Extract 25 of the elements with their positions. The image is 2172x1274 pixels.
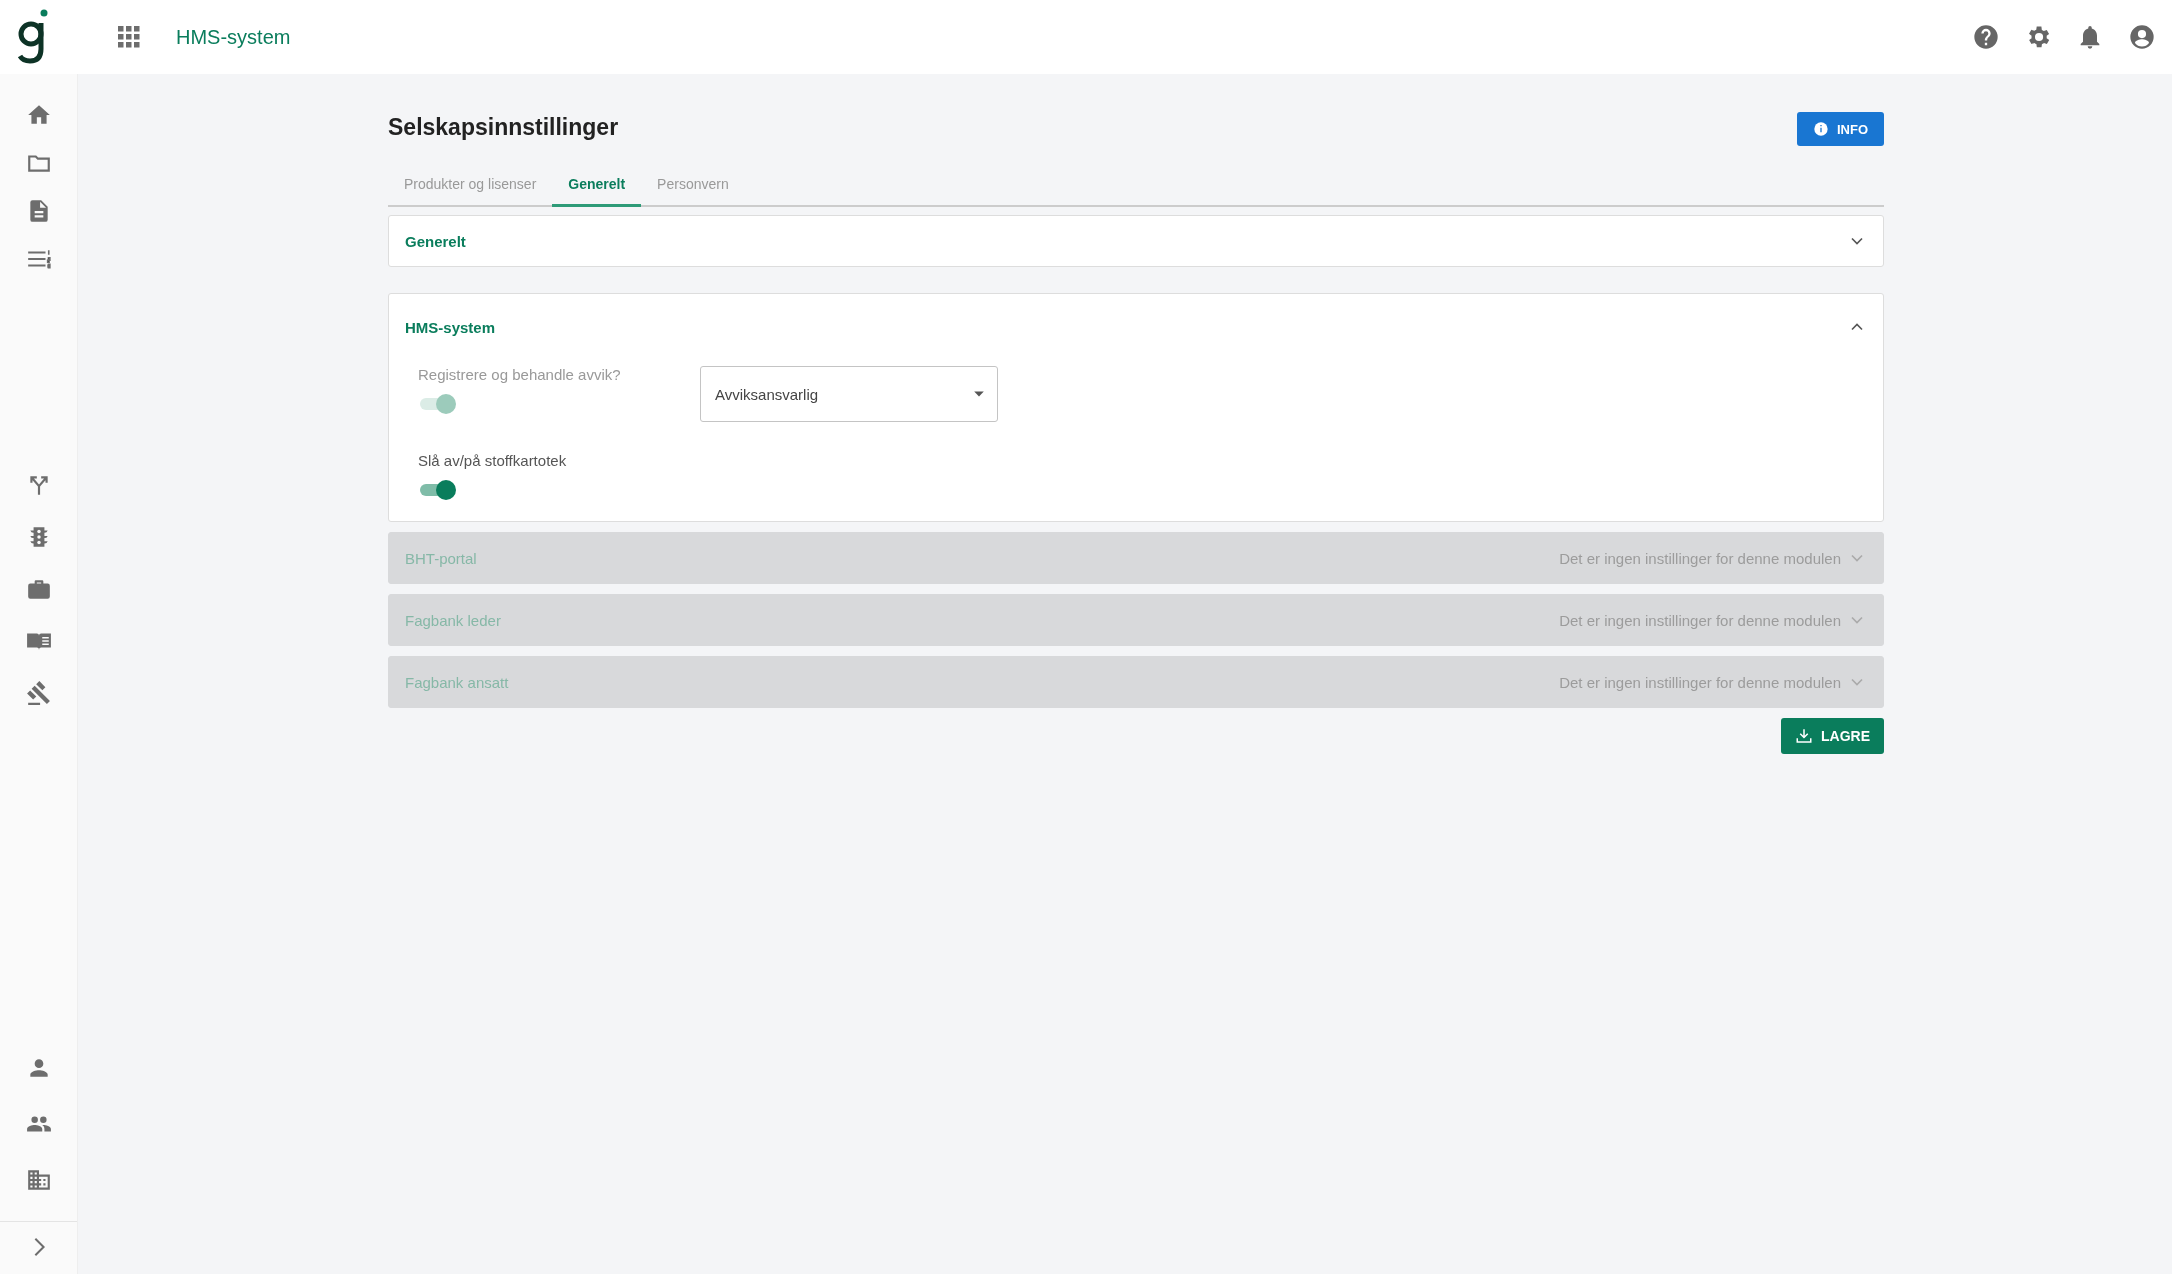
tab[interactable]: Produkter og lisenser: [388, 164, 553, 207]
info-icon: [1812, 121, 1829, 137]
apps-grid-icon[interactable]: [118, 26, 140, 48]
panel-title: Fagbank leder: [405, 611, 501, 629]
panel-note: Det er ingen instillinger for denne modulen: [1559, 549, 1841, 567]
panel-note: Det er ingen instillinger for denne modulen: [1559, 673, 1841, 691]
panel-title: Fagbank ansatt: [405, 673, 509, 691]
app-title: HMS-system: [176, 25, 291, 49]
setting-label: Registrere og behandle avvik?: [418, 366, 622, 383]
account-icon[interactable]: [2128, 23, 2156, 51]
panel-title[interactable]: Generelt: [405, 232, 466, 250]
toggle-switch[interactable]: [418, 479, 456, 501]
help-icon[interactable]: [1972, 23, 2000, 51]
info-button[interactable]: INFO: [1796, 112, 1884, 146]
building-icon[interactable]: [25, 1167, 52, 1193]
panel-title: BHT-portal: [405, 549, 477, 567]
tab[interactable]: Personvern: [641, 164, 745, 207]
setting-label: Slå av/på stoffkartotek: [418, 452, 568, 469]
panel-title[interactable]: HMS-system: [405, 318, 496, 336]
tab[interactable]: Generelt: [552, 164, 642, 207]
page-title: Selskapsinnstillinger: [388, 113, 619, 141]
save-button[interactable]: LAGRE: [1781, 718, 1884, 754]
download-icon: [1795, 727, 1813, 745]
panel-note: Det er ingen instillinger for denne modulen: [1559, 611, 1841, 629]
gavel-icon[interactable]: [25, 680, 52, 706]
